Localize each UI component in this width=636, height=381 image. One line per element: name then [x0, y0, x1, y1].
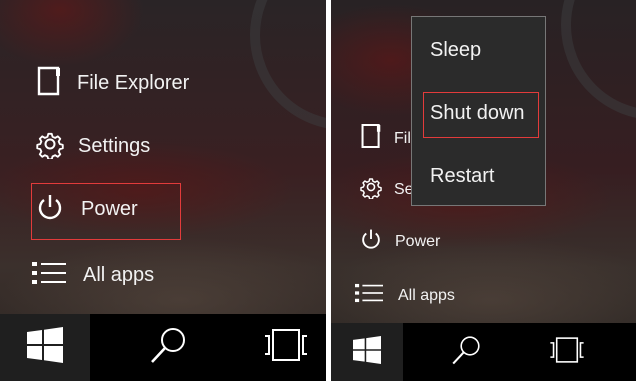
menu-item-power[interactable]: Power	[36, 192, 138, 227]
file-explorer-icon	[36, 66, 62, 101]
start-button[interactable]	[0, 314, 90, 381]
menu-item-label: File Explorer	[77, 72, 190, 94]
menu-item-file-explorer[interactable]: File Explorer	[36, 66, 189, 101]
gear-icon	[36, 129, 64, 164]
gear-icon	[360, 175, 382, 204]
task-view-icon	[262, 327, 310, 368]
left-screenshot-panel: File Explorer Settings Power All apps	[0, 0, 326, 381]
sleep-option[interactable]: Sleep	[430, 39, 481, 62]
list-icon	[355, 283, 383, 308]
task-view-button[interactable]	[527, 323, 607, 381]
shut-down-option[interactable]: Shut down	[430, 102, 525, 125]
search-button[interactable]	[118, 314, 218, 381]
menu-item-all-apps[interactable]: All apps	[355, 283, 455, 308]
list-icon	[32, 261, 66, 290]
restart-option[interactable]: Restart	[430, 165, 494, 188]
taskbar	[0, 314, 326, 381]
power-icon	[36, 192, 64, 227]
search-icon	[450, 334, 482, 371]
power-icon	[360, 227, 382, 256]
menu-item-label: Settings	[78, 135, 151, 157]
menu-item-settings[interactable]: Settings	[36, 129, 150, 164]
menu-item-label: All apps	[83, 264, 155, 286]
start-button[interactable]	[331, 323, 403, 381]
menu-item-all-apps[interactable]: All apps	[32, 261, 154, 290]
taskbar	[331, 323, 636, 381]
task-view-icon	[548, 335, 586, 370]
task-view-button[interactable]	[246, 314, 326, 381]
windows-start-icon	[353, 335, 381, 369]
power-options-flyout: Sleep Shut down Restart	[411, 16, 546, 206]
search-icon	[148, 325, 188, 370]
menu-item-label: Power	[81, 198, 138, 220]
menu-item-power[interactable]: Power	[360, 227, 440, 256]
file-explorer-icon	[360, 123, 382, 154]
menu-item-label: All apps	[398, 286, 455, 304]
menu-item-label: Power	[395, 232, 441, 250]
search-button[interactable]	[426, 323, 506, 381]
windows-start-icon	[27, 327, 63, 368]
